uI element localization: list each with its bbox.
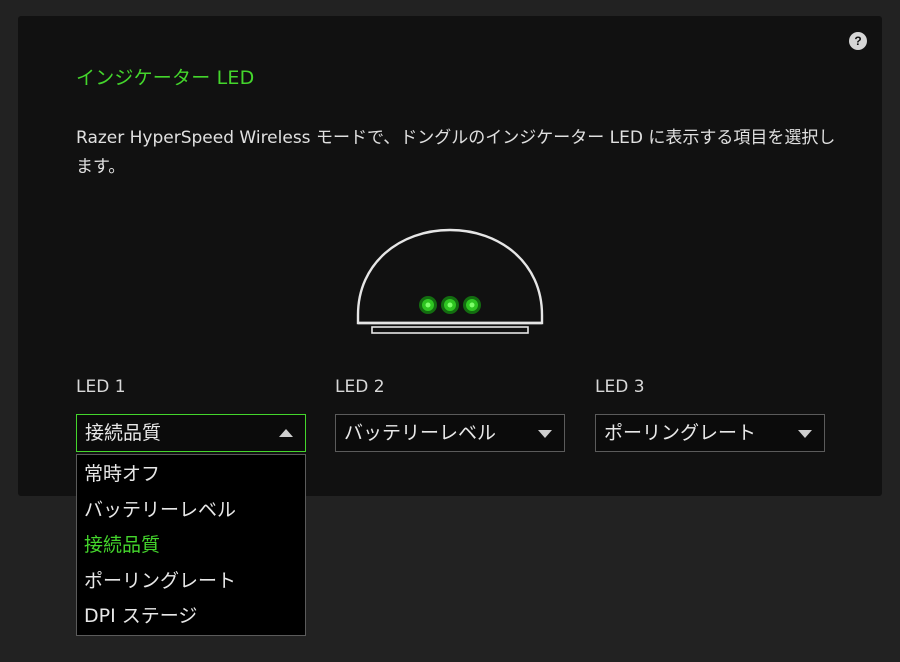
dongle-illustration bbox=[356, 228, 544, 334]
dropdown-option-always-off[interactable]: 常時オフ bbox=[77, 457, 305, 493]
section-description: Razer HyperSpeed Wireless モードで、ドングルのインジケ… bbox=[76, 128, 836, 177]
led3-label: LED 3 bbox=[595, 377, 645, 397]
led2-select-value: バッテリーレベル bbox=[344, 422, 497, 444]
dropdown-option-polling-rate[interactable]: ポーリングレート bbox=[77, 564, 305, 600]
help-icon[interactable]: ? bbox=[849, 32, 867, 50]
led2-label: LED 2 bbox=[335, 377, 385, 397]
led1-select[interactable]: 接続品質 bbox=[76, 414, 306, 452]
led3-select[interactable]: ポーリングレート bbox=[595, 414, 825, 452]
led1-select-value: 接続品質 bbox=[85, 422, 162, 444]
triangle-up-icon bbox=[279, 429, 293, 437]
led1-label: LED 1 bbox=[76, 377, 126, 397]
led1-dropdown-menu: 常時オフ バッテリーレベル 接続品質 ポーリングレート DPI ステージ bbox=[76, 454, 306, 636]
section-title: インジケーター LED bbox=[76, 67, 255, 89]
dropdown-option-dpi-stage[interactable]: DPI ステージ bbox=[77, 599, 305, 635]
triangle-down-icon bbox=[538, 430, 552, 438]
led2-select[interactable]: バッテリーレベル bbox=[335, 414, 565, 452]
dropdown-option-battery-level[interactable]: バッテリーレベル bbox=[77, 493, 305, 529]
led-indicator-lights bbox=[419, 296, 481, 314]
dropdown-option-connection-quality[interactable]: 接続品質 bbox=[77, 528, 305, 564]
triangle-down-icon bbox=[798, 430, 812, 438]
led3-select-value: ポーリングレート bbox=[604, 422, 757, 444]
